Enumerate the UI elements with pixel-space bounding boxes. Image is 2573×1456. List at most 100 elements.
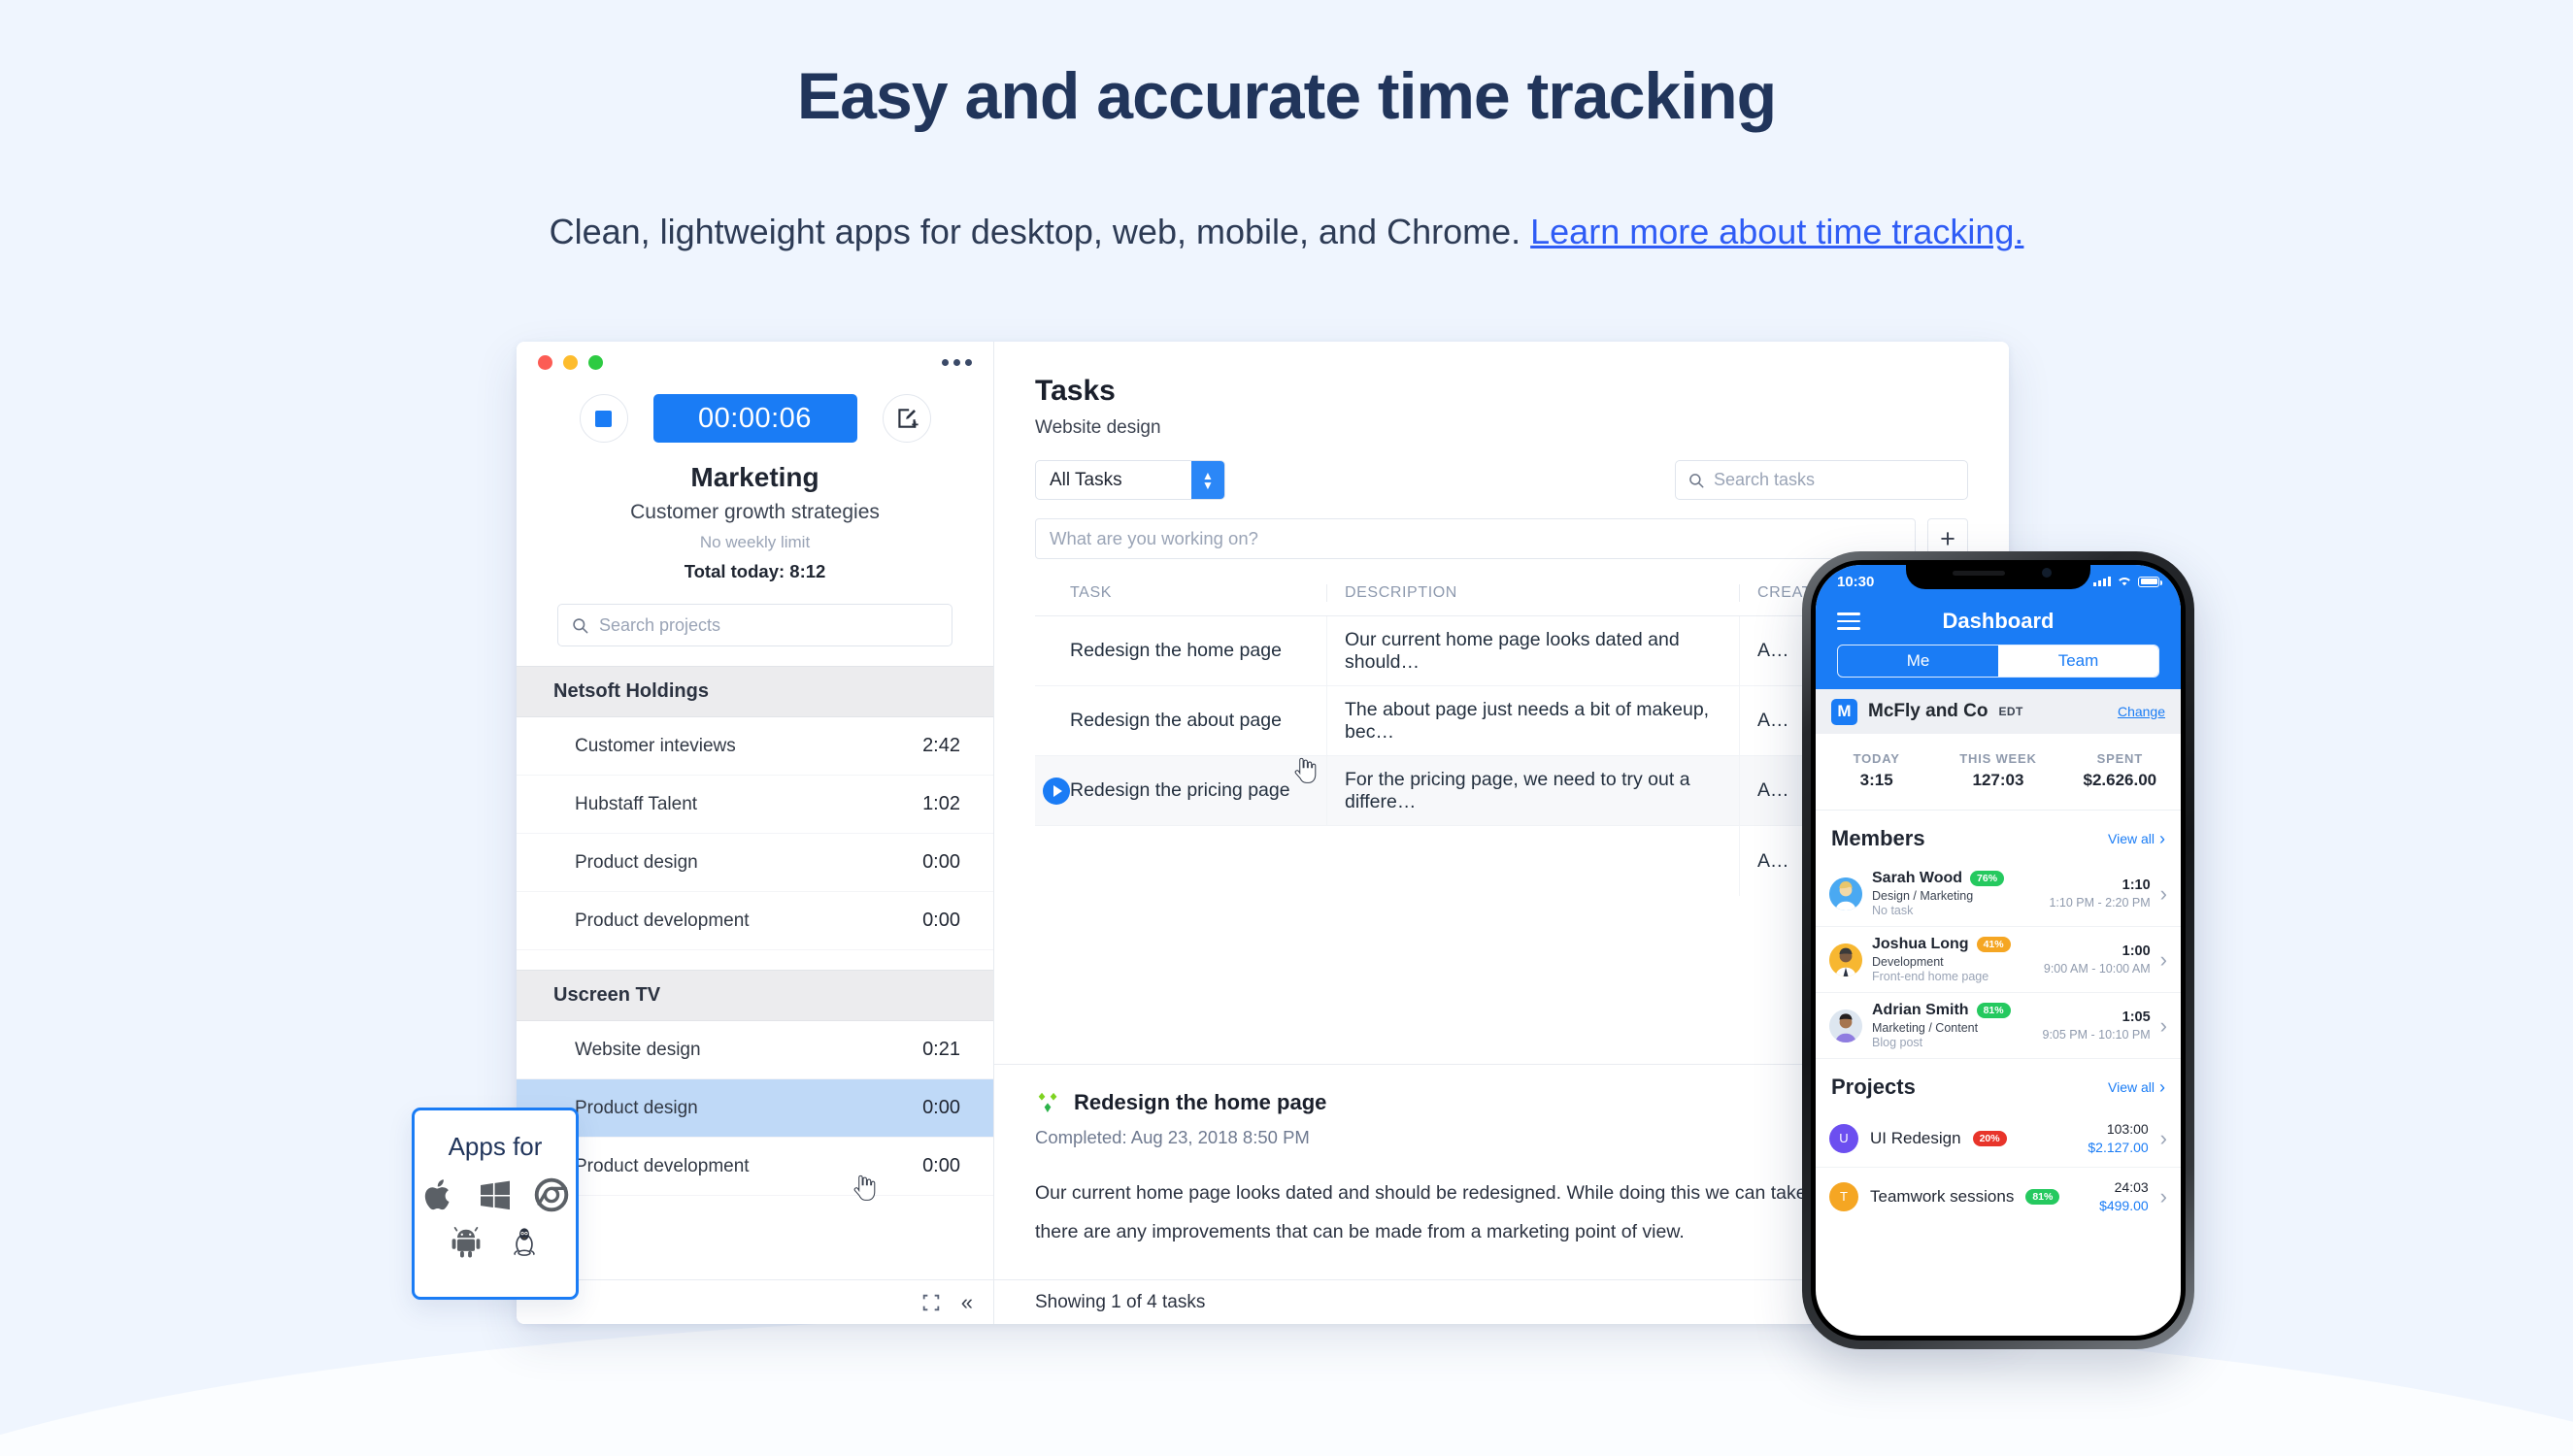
project-time: 1:02: [922, 793, 960, 814]
edit-note-icon: [897, 409, 919, 428]
search-projects-input[interactable]: Search projects: [557, 604, 952, 646]
phone-nav-bar: Dashboard: [1816, 598, 2181, 645]
list-item[interactable]: U UI Redesign 20% 103:00 $2.127.00 ›: [1816, 1109, 2181, 1168]
search-tasks-input[interactable]: Search tasks: [1675, 460, 1968, 500]
asana-task-icon: [1038, 1092, 1057, 1112]
new-task-placeholder: What are you working on?: [1050, 528, 1258, 548]
project-avatar: U: [1829, 1123, 1858, 1153]
new-task-input[interactable]: What are you working on?: [1035, 518, 1916, 559]
tasks-filter-row: All Tasks ▲ ▼ Search tasks: [1035, 460, 2009, 500]
project-row[interactable]: Customer inteviews 2:42: [517, 717, 993, 776]
status-time: 10:30: [1837, 573, 1875, 590]
project-avatar: T: [1829, 1181, 1858, 1211]
member-info: Joshua Long 41% Development Front-end ho…: [1872, 936, 2034, 983]
tab-me[interactable]: Me: [1838, 645, 1998, 677]
list-item[interactable]: Joshua Long 41% Development Front-end ho…: [1816, 927, 2181, 993]
projects-view-all-link[interactable]: View all ›: [2108, 1077, 2165, 1098]
earpiece-speaker: [1953, 571, 2005, 576]
project-row[interactable]: Website design 0:21: [517, 1021, 993, 1079]
org-timezone: EDT: [1998, 705, 2023, 718]
minimize-window-button[interactable]: [563, 355, 578, 370]
timer-display[interactable]: 00:00:06: [652, 394, 857, 443]
task-filter-select[interactable]: All Tasks ▲ ▼: [1035, 460, 1225, 500]
members-title: Members: [1831, 826, 1925, 850]
stat-value: 127:03: [1972, 771, 2024, 789]
project-row[interactable]: Hubstaff Talent 1:02: [517, 776, 993, 834]
project-row[interactable]: Product development 0:00: [517, 1138, 993, 1196]
learn-more-link[interactable]: Learn more about time tracking.: [1530, 212, 2023, 251]
tasks-status-text: Showing 1 of 4 tasks: [1035, 1291, 1206, 1312]
desktop-app-window: 00:00:06 Marketing Customer growth strat…: [517, 342, 2009, 1324]
members-view-all-link[interactable]: View all ›: [2108, 829, 2165, 849]
chevron-updown-icon[interactable]: ▲ ▼: [1191, 461, 1224, 499]
page-subtitle: Clean, lightweight apps for desktop, web…: [0, 212, 2573, 252]
members-section-header: Members View all ›: [1816, 811, 2181, 861]
chevron-right-icon[interactable]: ›: [2160, 947, 2167, 973]
project-time: 0:21: [922, 1039, 960, 1060]
play-icon[interactable]: [1043, 777, 1070, 805]
project-name: UI Redesign: [1870, 1128, 1961, 1147]
phone-bezel: 10:30 Dashboard Me Team M McFly and Co E…: [1811, 560, 2186, 1340]
column-header-task: TASK: [1070, 584, 1113, 601]
cell-description: For the pricing page, we need to try out…: [1326, 755, 1739, 826]
total-today-label: Total today: 8:12: [684, 561, 826, 581]
stat-this-week: THIS WEEK 127:03: [1937, 751, 2058, 790]
tasks-title: Tasks: [1035, 375, 1116, 407]
project-row[interactable]: Product development 0:00: [517, 892, 993, 950]
stop-timer-button[interactable]: [579, 394, 628, 443]
chevron-right-icon[interactable]: ›: [2160, 1184, 2167, 1209]
edit-entry-button[interactable]: [882, 394, 931, 443]
search-icon: [573, 617, 588, 633]
chevron-right-icon[interactable]: ›: [2160, 881, 2167, 907]
kebab-menu-icon[interactable]: [942, 359, 972, 366]
chevron-right-icon[interactable]: ›: [2160, 1013, 2167, 1039]
windows-icon[interactable]: [478, 1177, 513, 1212]
project-name: Product design: [575, 1097, 698, 1118]
close-window-button[interactable]: [538, 355, 552, 370]
member-duration: 1:00: [2122, 943, 2151, 959]
list-item[interactable]: Sarah Wood 76% Design / Marketing No tas…: [1816, 861, 2181, 927]
cell-description: [1326, 826, 1739, 896]
chrome-icon[interactable]: [534, 1177, 569, 1212]
collapse-icon[interactable]: [920, 1292, 942, 1313]
project-time: 0:00: [922, 851, 960, 873]
member-task: Front-end home page: [1872, 970, 1989, 983]
list-item[interactable]: T Teamwork sessions 81% 24:03 $499.00 ›: [1816, 1168, 2181, 1225]
linux-icon[interactable]: [507, 1224, 542, 1259]
project-name: Website design: [575, 1039, 701, 1060]
stat-spent: SPENT $2.626.00: [2059, 751, 2181, 790]
tab-team[interactable]: Team: [1998, 645, 2158, 677]
search-projects-placeholder: Search projects: [599, 614, 721, 635]
member-info: Adrian Smith 81% Marketing / Content Blo…: [1872, 1002, 2033, 1049]
avatar: [1829, 1009, 1862, 1042]
project-name: Teamwork sessions: [1870, 1186, 2015, 1206]
me-team-segmented-control[interactable]: Me Team: [1837, 645, 2159, 678]
double-chevron-left-icon[interactable]: «: [961, 1290, 973, 1315]
front-camera: [2042, 568, 2052, 578]
list-item[interactable]: Adrian Smith 81% Marketing / Content Blo…: [1816, 993, 2181, 1059]
window-controls[interactable]: [538, 355, 603, 370]
project-name: Product development: [575, 910, 750, 931]
stat-value: 3:15: [1859, 771, 1893, 789]
apps-for-title: Apps for: [448, 1132, 543, 1161]
android-icon[interactable]: [449, 1224, 484, 1259]
apple-icon[interactable]: [421, 1177, 456, 1212]
chevron-right-icon[interactable]: ›: [2160, 1126, 2167, 1151]
project-hours: 24:03: [2114, 1179, 2149, 1195]
change-org-link[interactable]: Change: [2118, 704, 2165, 719]
cell-task: Redesign the home page: [1070, 640, 1282, 661]
project-row-selected[interactable]: Product design 0:00: [517, 1079, 993, 1138]
project-totals: 103:00 $2.127.00: [2088, 1121, 2148, 1155]
project-row[interactable]: Product design 0:00: [517, 834, 993, 892]
maximize-window-button[interactable]: [588, 355, 603, 370]
status-badge: 81%: [2025, 1188, 2060, 1205]
hamburger-menu-icon[interactable]: [1837, 608, 1860, 635]
project-amount: $2.127.00: [2088, 1140, 2149, 1155]
member-name-row: Sarah Wood 76%: [1872, 870, 2039, 887]
member-role: Marketing / Content: [1872, 1021, 1979, 1035]
subtitle-text: Clean, lightweight apps for desktop, web…: [549, 212, 1531, 251]
current-project-name: Marketing: [690, 462, 819, 492]
project-totals: 24:03 $499.00: [2099, 1179, 2149, 1213]
signal-icon: [2093, 577, 2111, 586]
org-name: McFly and Co: [1868, 701, 1988, 721]
